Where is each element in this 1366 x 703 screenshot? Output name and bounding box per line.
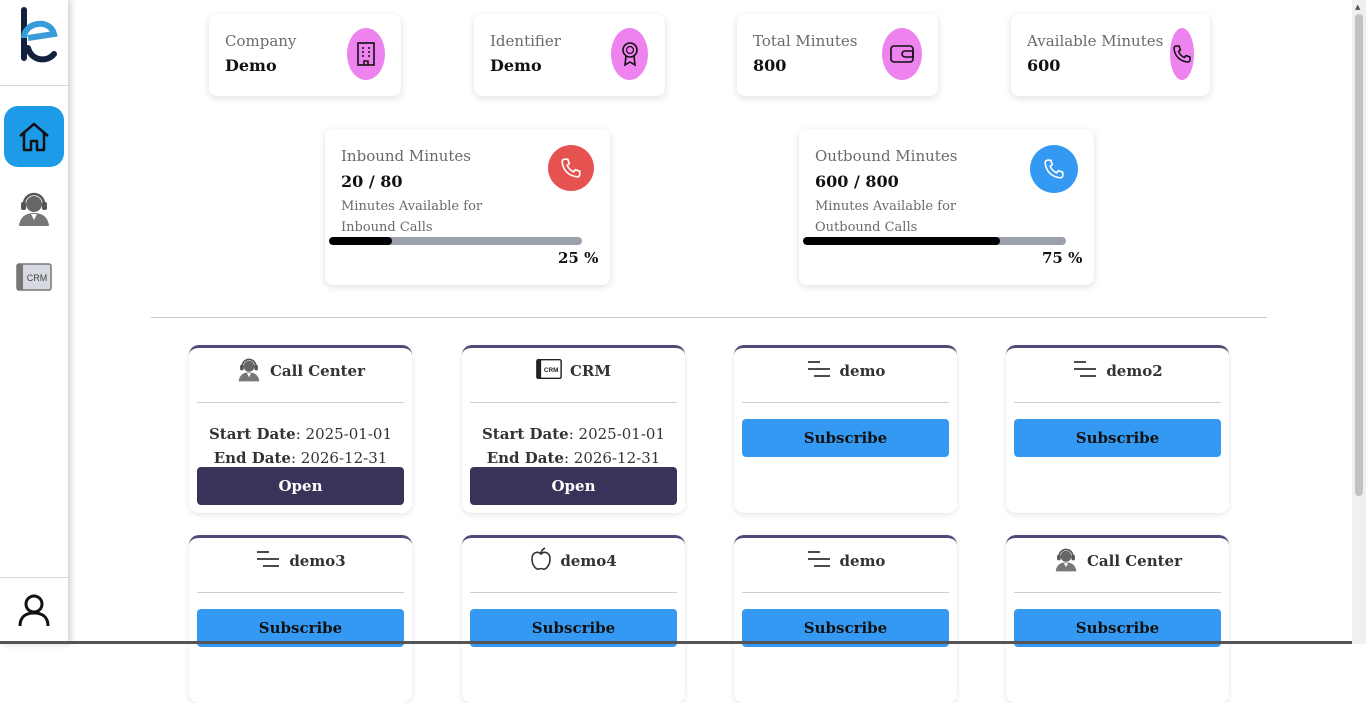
service-title: Call Center <box>269 362 366 380</box>
service-card-demo2: demo2 Subscribe <box>1006 345 1229 513</box>
inbound-progress-bar <box>329 237 582 245</box>
end-date-label: End Date <box>213 449 291 467</box>
service-card-call-center: Call Center Start Date: 2025-01-01 End D… <box>189 345 412 513</box>
crm-icon: CRM <box>16 263 52 291</box>
user-icon <box>18 594 50 627</box>
nav-call-center[interactable] <box>14 188 54 228</box>
agent-icon <box>1053 546 1079 576</box>
nav-crm[interactable]: CRM <box>14 257 54 297</box>
service-card-demo-2: demo Subscribe <box>734 535 957 703</box>
end-date: : 2026-12-31 <box>290 449 388 467</box>
building-icon <box>347 28 385 80</box>
stat-card-company: Company Demo <box>209 14 401 96</box>
card-divider <box>742 402 949 403</box>
min-value: 600 / 800 <box>815 172 899 191</box>
nav-profile[interactable] <box>14 590 54 630</box>
stat-value: Demo <box>490 56 542 75</box>
card-divider <box>742 592 949 593</box>
service-title: demo <box>839 552 886 570</box>
stat-label: Available Minutes <box>1027 32 1164 50</box>
progress-fill <box>803 237 1001 245</box>
service-card-demo3: demo3 Subscribe <box>189 535 412 703</box>
outbound-minutes-card: Outbound Minutes 600 / 800 Minutes Avail… <box>799 129 1094 285</box>
svg-text:CRM: CRM <box>544 367 559 374</box>
stat-value: 800 <box>753 56 787 75</box>
stat-card-total-minutes: Total Minutes 800 <box>737 14 938 96</box>
service-card-demo: demo Subscribe <box>734 345 957 513</box>
apple-icon <box>530 547 552 575</box>
call-center-icon <box>19 192 49 226</box>
subscribe-button[interactable]: Subscribe <box>1014 419 1221 457</box>
stat-label: Identifier <box>490 32 561 50</box>
lines-icon <box>1072 360 1098 382</box>
inbound-minutes-card: Inbound Minutes 20 / 80 Minutes Availabl… <box>325 129 610 285</box>
start-date-label: Start Date <box>481 425 569 443</box>
wallet-icon <box>882 28 922 80</box>
section-divider <box>151 317 1267 318</box>
home-icon <box>19 122 49 151</box>
stat-value: Demo <box>225 56 277 75</box>
service-title: demo3 <box>289 552 346 570</box>
logo[interactable] <box>8 4 60 70</box>
sidebar-divider <box>0 85 68 86</box>
outbound-progress-bar <box>803 237 1066 245</box>
phone-incoming-icon <box>548 145 594 191</box>
stat-card-available-minutes: Available Minutes 600 <box>1011 14 1210 96</box>
service-title: Call Center <box>1086 552 1183 570</box>
lines-icon <box>806 360 832 382</box>
service-title: demo4 <box>560 552 617 570</box>
service-card-crm: CRM CRM Start Date: 2025-01-01 End Date:… <box>462 345 685 513</box>
scroll-thumb[interactable] <box>1355 14 1363 496</box>
inbound-percent: 25 % <box>558 249 599 267</box>
progress-fill <box>329 237 393 245</box>
open-button[interactable]: Open <box>197 467 404 505</box>
service-dates: Start Date: 2025-01-01 End Date: 2026-12… <box>189 422 412 470</box>
end-date-label: End Date <box>486 449 564 467</box>
card-divider <box>470 402 677 403</box>
service-card-demo4: demo4 Subscribe <box>462 535 685 703</box>
service-title: demo2 <box>1106 362 1163 380</box>
stat-value: 600 <box>1027 56 1061 75</box>
min-desc: Minutes Available for Inbound Calls <box>341 199 483 235</box>
min-value: 20 / 80 <box>341 172 403 191</box>
start-date: : 2025-01-01 <box>568 425 666 443</box>
start-date-label: Start Date <box>208 425 296 443</box>
card-divider <box>1014 402 1221 403</box>
vertical-scrollbar[interactable]: ▲ <box>1352 0 1366 644</box>
logo-icon <box>21 7 58 63</box>
phone-outgoing-icon <box>1030 145 1078 193</box>
scroll-up-arrow-icon[interactable]: ▲ <box>1355 3 1360 11</box>
service-title: CRM <box>569 362 611 380</box>
sidebar: CRM <box>0 0 68 644</box>
min-label: Outbound Minutes <box>815 147 958 165</box>
start-date: : 2025-01-01 <box>295 425 393 443</box>
lines-icon <box>806 550 832 572</box>
badge-icon <box>611 28 648 80</box>
end-date: : 2026-12-31 <box>563 449 661 467</box>
min-label: Inbound Minutes <box>341 147 471 165</box>
open-button[interactable]: Open <box>470 467 677 505</box>
sidebar-divider-bottom <box>0 577 68 578</box>
svg-text:CRM: CRM <box>27 273 48 283</box>
service-dates: Start Date: 2025-01-01 End Date: 2026-12… <box>462 422 685 470</box>
outbound-percent: 75 % <box>1042 249 1083 267</box>
service-title: demo <box>839 362 886 380</box>
card-divider <box>197 592 404 593</box>
stat-label: Company <box>225 32 297 50</box>
card-divider <box>197 402 404 403</box>
card-divider <box>470 592 677 593</box>
card-divider <box>1014 592 1221 593</box>
min-desc: Minutes Available for Outbound Calls <box>815 199 957 235</box>
agent-icon <box>236 356 262 386</box>
phone-icon <box>1170 28 1194 80</box>
crm-icon: CRM <box>536 359 562 383</box>
nav-home[interactable] <box>4 106 64 167</box>
stat-card-identifier: Identifier Demo <box>474 14 665 96</box>
subscribe-button[interactable]: Subscribe <box>742 419 949 457</box>
lines-icon <box>255 550 281 572</box>
stat-label: Total Minutes <box>753 32 858 50</box>
service-card-call-center-2: Call Center Subscribe <box>1006 535 1229 703</box>
